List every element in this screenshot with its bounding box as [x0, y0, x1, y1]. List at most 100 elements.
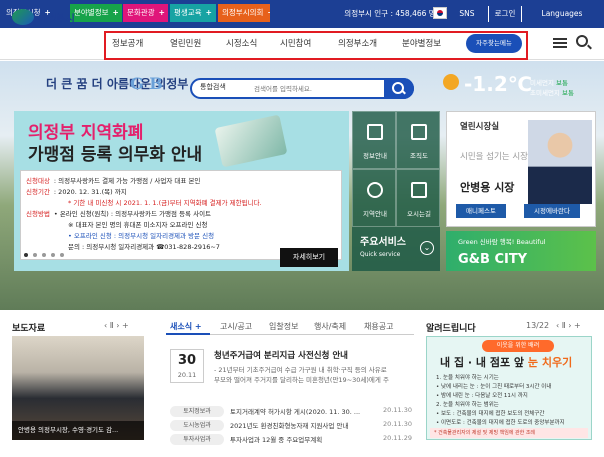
banner-info-line: ※ 대표자 본인 명의 휴대폰 미소지자 오프라인 신청: [68, 221, 208, 229]
quick-service[interactable]: 주요서비스 Quick service ⌄: [352, 227, 440, 271]
location-icon: [367, 182, 383, 198]
tile-info[interactable]: 정보안내: [352, 111, 396, 169]
dept-badge: 토지정보과: [170, 406, 224, 417]
pause-icon[interactable]: Ⅱ: [562, 321, 566, 330]
ultrafine-dust-reading: 초미세먼지 보통: [530, 89, 574, 97]
next-icon[interactable]: ›: [568, 321, 571, 330]
banner-info-line: * 기한 내 미신청 시 2021. 1. 1.(금)부터 지역화폐 결제가 제…: [68, 199, 262, 207]
alert-line: 2. 눈을 치워야 하는 범위는: [436, 402, 499, 408]
plus-icon: +: [205, 8, 212, 17]
news-row-date: 20.11.30: [383, 406, 412, 414]
manifesto-button[interactable]: 매니페스토: [456, 204, 506, 218]
banner-info-line: 신청방법 • 온라인 신청(원칙) : 의정부사랑카드 가맹점 등록 사이트: [26, 210, 212, 218]
banner-dot[interactable]: [42, 253, 46, 257]
top-tab[interactable]: 분야별정보 +: [70, 4, 122, 22]
logo-text: 의정부시: [38, 13, 75, 25]
tile-org-chart[interactable]: 조직도: [396, 111, 440, 169]
plus-icon: +: [112, 8, 119, 17]
alert-line: 1. 눈을 치워야 하는 시기는: [436, 375, 499, 381]
alert-line: • 보도 : 건축물의 대지에 접한 보도의 전체구간: [436, 411, 545, 417]
sns-button[interactable]: SNS: [452, 6, 482, 22]
prev-icon[interactable]: ‹: [104, 321, 107, 330]
detail-button[interactable]: 자세히보기: [280, 248, 338, 267]
next-icon[interactable]: ›: [116, 321, 119, 330]
alert-footnote: * 건축물관리자의 제설 및 제빙 책임에 관한 조례: [430, 428, 588, 438]
alert-line: • 낮에 내리는 눈 : 눈이 그친 때로부터 3시간 이내: [436, 384, 552, 390]
mayor-photo: [528, 120, 592, 204]
banner-info-line: 신청기간: 2020. 12. 31.(목) 까지: [26, 188, 127, 196]
top-tab[interactable]: 문화관광 +: [123, 4, 168, 22]
quick-service-sub: Quick service: [360, 251, 401, 258]
search-bar: 통합검색: [190, 78, 414, 99]
weather-sun-icon: [443, 74, 459, 90]
top-tab[interactable]: 의정부시의회+: [218, 4, 270, 22]
suggestion-button[interactable]: 시정에바란다: [524, 204, 580, 218]
banner-dot[interactable]: [51, 253, 55, 257]
news-row[interactable]: 투자사업과 투자사업과 12월 중 주요업무계획 20.11.29: [170, 434, 412, 446]
news-row-title: 토지거래계약 허가시항 게시(2020. 11. 30. ...: [230, 408, 361, 416]
press-controls: ‹ Ⅱ › +: [104, 321, 129, 330]
dept-badge: 도시농업과: [170, 420, 224, 431]
search-input[interactable]: [254, 82, 372, 95]
news-row-date: 20.11.29: [383, 434, 412, 442]
news-row-date: 20.11.30: [383, 420, 412, 428]
news-row[interactable]: 도시농업과 2021년도 환경친화형농자재 지원사업 안내 20.11.30: [170, 420, 412, 432]
menu-item-info-disclosure[interactable]: 정보공개: [112, 37, 143, 49]
search-icon[interactable]: [576, 35, 588, 47]
weather-temperature: -1.2℃: [464, 72, 532, 96]
active-tab-indicator: [166, 333, 210, 335]
menu-item-citizen-participation[interactable]: 시민참여: [280, 37, 311, 49]
banner-dot[interactable]: [60, 253, 64, 257]
plus-icon[interactable]: +: [122, 321, 129, 330]
map-icon: [411, 182, 427, 198]
menu-item-city-news[interactable]: 시정소식: [226, 37, 257, 49]
pause-icon[interactable]: Ⅱ: [110, 321, 114, 330]
login-button[interactable]: 로그인: [488, 6, 522, 22]
mayor-slogan: 시민을 섬기는 시장: [460, 152, 528, 162]
top-tab[interactable]: 평생교육 +: [170, 4, 216, 22]
alert-headline: 내 집 · 내 점포 앞 눈 치우기: [440, 356, 573, 369]
banner-dot[interactable]: [24, 253, 28, 257]
menu-item-civil-complaint[interactable]: 열린민원: [170, 37, 201, 49]
tab-bids[interactable]: 입찰정보: [269, 321, 298, 332]
banner-info-line: 문의 : 의정부시청 일자리경제과 ☎031-828-2916~7: [68, 243, 220, 251]
gb-city-title: G&B CITY: [458, 252, 528, 267]
dust-reading: 미세먼지 보통: [530, 79, 568, 87]
alerts-page: 13/22: [526, 321, 550, 330]
korea-flag-icon[interactable]: [433, 7, 447, 19]
banner-pagination: [24, 253, 64, 263]
alert-line: • 밤에 내린 눈 : 다음날 오전 11시 까지: [436, 393, 528, 399]
featured-news-desc-2: 부모와 떨어져 주거지를 달리하는 미혼청년(만19~30세)에게 주: [214, 376, 389, 384]
chevron-down-icon: ⌄: [420, 241, 434, 255]
mayor-name: 안병용 시장: [460, 181, 515, 194]
menu-item-field-info[interactable]: 분야별정보: [402, 37, 441, 49]
tab-notices[interactable]: 고시/공고: [220, 321, 252, 332]
population-text: 의정부시 인구 : 458,466 명: [344, 9, 436, 18]
hamburger-icon[interactable]: [553, 38, 567, 48]
org-chart-icon: [411, 124, 427, 140]
prev-icon[interactable]: ‹: [556, 321, 559, 330]
featured-news-title[interactable]: 청년주거급여 분리지급 사전신청 안내: [214, 349, 348, 361]
menu-item-about[interactable]: 의정부소개: [338, 37, 377, 49]
tab-news[interactable]: 새소식 +: [170, 321, 202, 332]
news-row[interactable]: 토지정보과 토지거래계약 허가시항 게시(2020. 11. 30. ... 20.…: [170, 406, 412, 418]
alerts-title: 알려드립니다: [426, 324, 476, 334]
search-submit-button[interactable]: [384, 78, 414, 99]
featured-news-desc-1: - 21년부터 기초주거급여 수급 가구원 내 취학·구직 등의 사유로: [214, 366, 387, 374]
building-icon: [367, 124, 383, 140]
plus-icon[interactable]: +: [574, 321, 581, 330]
dept-badge: 투자사업과: [170, 434, 224, 445]
site-logo[interactable]: 의정부시: [12, 8, 75, 26]
search-scope-select[interactable]: 통합검색: [200, 82, 226, 92]
plus-icon: +: [267, 8, 270, 17]
tile-directions[interactable]: 오시는길: [396, 169, 440, 227]
banner-dot[interactable]: [33, 253, 37, 257]
tab-events[interactable]: 행사/축제: [314, 321, 346, 332]
tab-jobs[interactable]: 채용공고: [364, 321, 393, 332]
tile-region[interactable]: 지역안내: [352, 169, 396, 227]
favorites-menu-button[interactable]: 자주찾는메뉴: [466, 34, 522, 53]
gb-brand-logo: G B: [130, 74, 163, 93]
banner-info-line: • 오프라인 신청 : 의정부시청 일자리경제과 방문 신청: [68, 232, 215, 240]
service-tiles: 정보안내 조직도 지역안내 오시는길: [352, 111, 440, 227]
languages-button[interactable]: Languages: [530, 6, 594, 22]
